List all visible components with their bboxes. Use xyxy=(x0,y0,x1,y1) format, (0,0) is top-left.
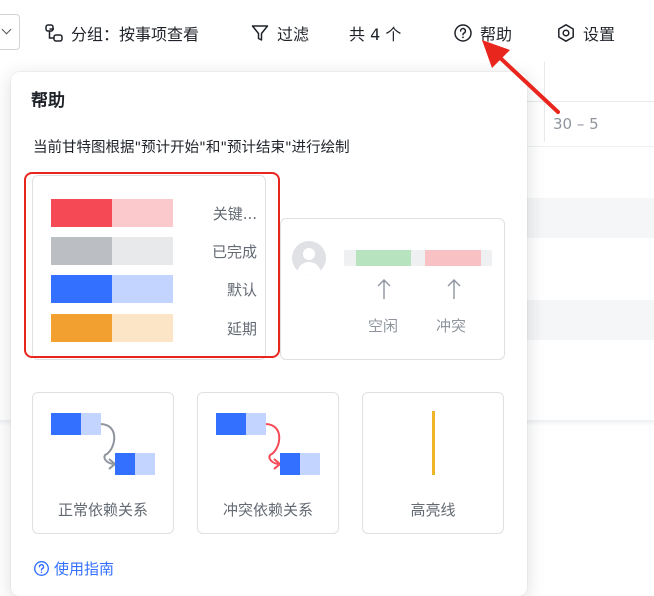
filter-icon xyxy=(251,25,269,41)
resource-free-label: 空闲 xyxy=(368,317,399,335)
conflict-dependency-card: 冲突依赖关系 xyxy=(197,392,339,534)
view-dropdown[interactable] xyxy=(0,14,20,50)
item-count-label: 共 4 个 xyxy=(349,25,402,44)
conflict-dependency-label: 冲突依赖关系 xyxy=(222,501,313,519)
normal-dependency-card: 正常依赖关系 xyxy=(32,392,174,534)
normal-dependency-label: 正常依赖关系 xyxy=(57,501,148,519)
gantt-row xyxy=(520,250,654,290)
gantt-row xyxy=(520,146,654,186)
group-by-label: 分组：按事项查看 xyxy=(71,25,200,44)
group-icon xyxy=(45,24,63,42)
resource-status-card: 空闲 冲突 xyxy=(280,218,505,360)
chevron-down-icon xyxy=(1,24,12,35)
filter-label: 过滤 xyxy=(277,25,310,44)
highlight-line-diagram xyxy=(432,411,435,475)
arrow-up-icon xyxy=(377,279,391,299)
resource-free-bar xyxy=(356,250,411,266)
gantt-row xyxy=(520,352,654,392)
user-guide-label: 使用指南 xyxy=(54,560,115,578)
resource-conflict-bar xyxy=(425,250,481,266)
popover-title: 帮助 xyxy=(31,91,65,111)
popover-description: 当前甘特图根据"预计开始"和"预计结束"进行绘制 xyxy=(33,140,350,156)
gantt-row xyxy=(520,300,654,340)
arrow-up-icon xyxy=(447,279,461,299)
resource-conflict-label: 冲突 xyxy=(436,317,467,335)
annotation-highlight-box xyxy=(24,172,280,358)
group-by-button[interactable]: 分组：按事项查看 xyxy=(44,20,199,46)
item-count: 共 4 个 xyxy=(349,20,401,46)
user-guide-link[interactable]: 使用指南 xyxy=(33,558,114,579)
filter-button[interactable]: 过滤 xyxy=(250,20,309,46)
normal-dependency-diagram xyxy=(51,413,155,475)
settings-label: 设置 xyxy=(583,25,616,44)
conflict-dependency-diagram xyxy=(216,413,320,475)
highlight-line-card: 高亮线 xyxy=(362,392,504,534)
help-icon xyxy=(34,561,49,576)
highlight-line-label: 高亮线 xyxy=(410,501,456,519)
help-popover: 帮助 当前甘特图根据"预计开始"和"预计结束"进行绘制 关键... 已完成 默认… xyxy=(11,72,527,596)
avatar xyxy=(292,241,326,275)
gantt-row xyxy=(520,198,654,238)
annotation-arrow xyxy=(482,40,560,114)
